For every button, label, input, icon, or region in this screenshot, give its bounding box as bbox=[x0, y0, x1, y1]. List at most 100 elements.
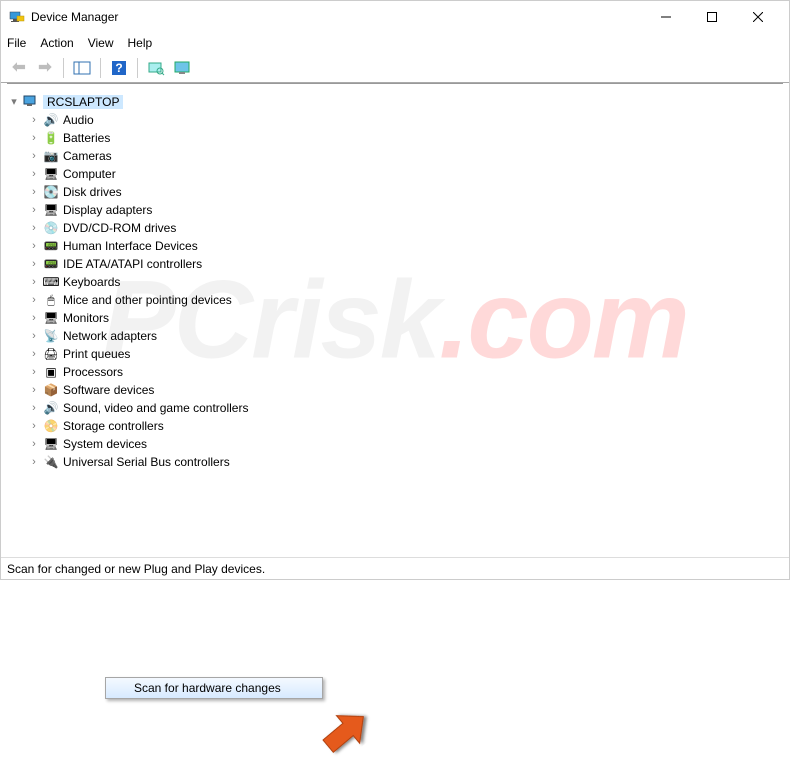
svg-text:?: ? bbox=[115, 61, 122, 75]
forward-button[interactable]: ➡ bbox=[33, 56, 57, 80]
tree-node[interactable]: › 🖥 Computer bbox=[9, 165, 781, 183]
menu-view[interactable]: View bbox=[88, 36, 114, 50]
device-tree[interactable]: PCrisk.com ▾ RCSLAPTOP ›🔊Audio›🔋Batterie… bbox=[1, 83, 789, 557]
chevron-right-icon[interactable]: › bbox=[29, 403, 39, 414]
tree-node-label[interactable]: Monitors bbox=[63, 311, 109, 325]
tree-node[interactable]: › 📀 Storage controllers bbox=[9, 417, 781, 435]
tree-node-label[interactable]: Sound, video and game controllers bbox=[63, 401, 248, 415]
tree-node[interactable]: › 📦 Software devices bbox=[9, 381, 781, 399]
tree-node-label[interactable]: Cameras bbox=[63, 149, 112, 163]
tree-node-label[interactable]: DVD/CD-ROM drives bbox=[63, 221, 176, 235]
chevron-right-icon[interactable]: › bbox=[29, 133, 39, 144]
tree-node-label[interactable]: Network adapters bbox=[63, 329, 157, 343]
tree-node-label[interactable]: Disk drives bbox=[63, 185, 122, 199]
menu-action[interactable]: Action bbox=[40, 36, 73, 50]
chevron-right-icon[interactable]: › bbox=[29, 187, 39, 198]
tree-node-label[interactable]: Universal Serial Bus controllers bbox=[63, 455, 230, 469]
close-button[interactable] bbox=[735, 1, 781, 33]
tree-node-label[interactable]: Human Interface Devices bbox=[63, 239, 198, 253]
tree-node[interactable]: ›🔋Batteries bbox=[9, 129, 781, 147]
chevron-right-icon[interactable]: › bbox=[29, 331, 39, 342]
menu-help[interactable]: Help bbox=[128, 36, 153, 50]
tree-node-label[interactable]: Display adapters bbox=[63, 203, 152, 217]
tree-node-label[interactable]: IDE ATA/ATAPI controllers bbox=[63, 257, 202, 271]
tree-node-label[interactable]: Audio bbox=[63, 113, 94, 127]
tree-node-label[interactable]: Batteries bbox=[63, 131, 110, 145]
tree-node[interactable]: › 🖥 Display adapters bbox=[9, 201, 781, 219]
show-hide-tree-button[interactable] bbox=[70, 56, 94, 80]
device-category-icon: 🖥 bbox=[43, 436, 59, 452]
menubar: File Action View Help bbox=[1, 33, 789, 53]
device-category-icon: 📀 bbox=[43, 418, 59, 434]
context-menu-item-scan[interactable]: Scan for hardware changes bbox=[105, 677, 323, 699]
tree-node-label[interactable]: Storage controllers bbox=[63, 419, 164, 433]
device-category-icon: 💽 bbox=[43, 184, 59, 200]
chevron-right-icon[interactable]: › bbox=[29, 385, 39, 396]
computer-icon bbox=[23, 94, 39, 110]
toolbar-separator bbox=[137, 58, 138, 78]
tree-node-label[interactable]: Mice and other pointing devices bbox=[63, 293, 232, 307]
device-category-icon: 🖥 bbox=[43, 166, 59, 182]
tree-node[interactable]: ›🔊Audio bbox=[9, 111, 781, 129]
minimize-button[interactable] bbox=[643, 1, 689, 33]
tree-node[interactable]: › 📡 Network adapters bbox=[9, 327, 781, 345]
device-category-icon: 💿 bbox=[43, 220, 59, 236]
help-button[interactable]: ? bbox=[107, 56, 131, 80]
context-label[interactable]: Scan for hardware changes bbox=[134, 681, 281, 695]
chevron-right-icon[interactable]: › bbox=[29, 151, 39, 162]
tree-node[interactable]: › ▣ Processors bbox=[9, 363, 781, 381]
chevron-right-icon[interactable]: › bbox=[29, 169, 39, 180]
chevron-right-icon[interactable]: › bbox=[29, 349, 39, 360]
device-category-icon: 📟 bbox=[43, 256, 59, 272]
chevron-right-icon[interactable]: › bbox=[29, 295, 39, 306]
tree-node-label[interactable]: System devices bbox=[63, 437, 147, 451]
tree-node[interactable]: ›📷Cameras bbox=[9, 147, 781, 165]
tree-node[interactable]: › 🔌 Universal Serial Bus controllers bbox=[9, 453, 781, 471]
device-category-icon: 📡 bbox=[43, 328, 59, 344]
tree-node[interactable]: › 🖥 System devices bbox=[9, 435, 781, 453]
tree-node[interactable]: ›🖨Print queues bbox=[9, 345, 781, 363]
tree-node-label[interactable]: Processors bbox=[63, 365, 123, 379]
chevron-right-icon[interactable]: › bbox=[29, 205, 39, 216]
tree-node[interactable]: › 💽 Disk drives bbox=[9, 183, 781, 201]
tree-node[interactable]: › ⌨ Keyboards bbox=[9, 273, 781, 291]
device-category-icon: ⌨ bbox=[43, 274, 59, 290]
chevron-right-icon[interactable]: › bbox=[29, 115, 39, 126]
maximize-button[interactable] bbox=[689, 1, 735, 33]
tree-node-label[interactable]: Computer bbox=[63, 167, 116, 181]
back-button[interactable]: ⬅ bbox=[7, 56, 31, 80]
device-category-icon: 🔌 bbox=[43, 454, 59, 470]
annotation-arrow-icon bbox=[315, 702, 375, 762]
device-category-icon: 📟 bbox=[43, 238, 59, 254]
tree-node[interactable]: › 💿 DVD/CD-ROM drives bbox=[9, 219, 781, 237]
chevron-right-icon[interactable]: › bbox=[29, 439, 39, 450]
chevron-right-icon[interactable]: › bbox=[29, 457, 39, 468]
window-controls bbox=[643, 1, 781, 33]
tree-node[interactable]: › 📟 IDE ATA/ATAPI controllers bbox=[9, 255, 781, 273]
chevron-right-icon[interactable]: › bbox=[29, 367, 39, 378]
chevron-right-icon[interactable]: › bbox=[29, 223, 39, 234]
chevron-right-icon[interactable]: › bbox=[29, 259, 39, 270]
chevron-right-icon[interactable]: › bbox=[29, 277, 39, 288]
chevron-right-icon[interactable]: › bbox=[29, 241, 39, 252]
chevron-right-icon[interactable]: › bbox=[29, 421, 39, 432]
tree-node-label[interactable]: Software devices bbox=[63, 383, 154, 397]
device-category-icon: 🖱 bbox=[43, 292, 59, 308]
statusbar: Scan for changed or new Plug and Play de… bbox=[1, 557, 789, 579]
device-category-icon: 📦 bbox=[43, 382, 59, 398]
tree-node[interactable]: › 📟 Human Interface Devices bbox=[9, 237, 781, 255]
menu-file[interactable]: File bbox=[7, 36, 26, 50]
device-category-icon: ▣ bbox=[43, 364, 59, 380]
tree-root-node[interactable]: ▾ RCSLAPTOP bbox=[9, 93, 781, 111]
chevron-down-icon[interactable]: ▾ bbox=[9, 97, 19, 108]
tree-node[interactable]: ›🖥Monitors bbox=[9, 309, 781, 327]
tree-node-label[interactable]: Keyboards bbox=[63, 275, 120, 289]
tree-node-label[interactable]: Print queues bbox=[63, 347, 130, 361]
tree-node[interactable]: ›🔊Sound, video and game controllers bbox=[9, 399, 781, 417]
monitor-button[interactable] bbox=[170, 56, 194, 80]
tree-node[interactable]: › 🖱 Mice and other pointing devices bbox=[9, 291, 781, 309]
device-category-icon: 🖥 bbox=[43, 202, 59, 218]
root-label[interactable]: RCSLAPTOP bbox=[43, 95, 123, 109]
chevron-right-icon[interactable]: › bbox=[29, 313, 39, 324]
scan-hardware-button[interactable] bbox=[144, 56, 168, 80]
